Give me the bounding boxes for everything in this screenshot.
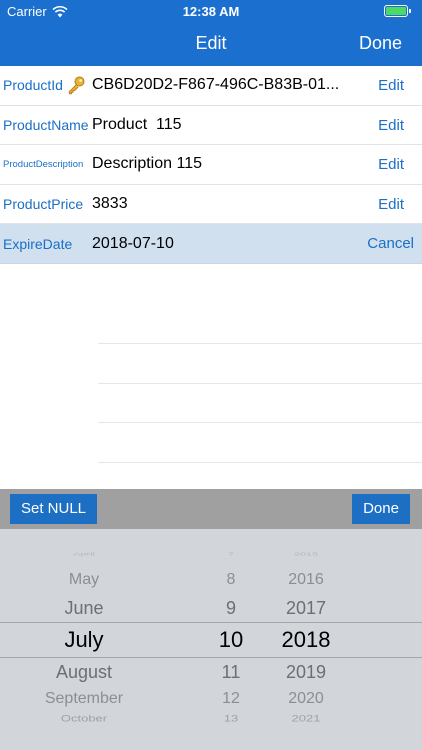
field-label-productname: ProductName (3, 116, 89, 133)
picker-year-option[interactable]: 2021 (268, 714, 344, 723)
separator-line (98, 423, 422, 464)
picker-year-option[interactable]: 2016 (268, 572, 344, 588)
set-null-button[interactable]: Set NULL (10, 494, 97, 524)
field-label-productid: ProductId (0, 75, 92, 95)
picker-month-selected[interactable]: July (30, 629, 138, 651)
separator-line (98, 304, 422, 344)
picker-day-option[interactable]: 9 (198, 599, 264, 617)
field-label-text: ProductId (3, 77, 63, 94)
picker-day-option[interactable]: 11 (198, 663, 264, 681)
field-value-productprice: 3833 (92, 195, 128, 213)
picker-month-option[interactable]: October (30, 714, 138, 723)
edit-button-productprice[interactable]: Edit (378, 196, 404, 213)
picker-day-selected[interactable]: 10 (198, 629, 264, 651)
battery-cap (409, 9, 411, 13)
key-icon (66, 75, 86, 95)
picker-month-option[interactable]: May (30, 572, 138, 588)
field-row-productname: ProductName Product 115 Edit (0, 106, 422, 146)
status-bar: Carrier 12:38 AM (0, 0, 422, 24)
picker-year-option[interactable]: 2020 (268, 691, 344, 707)
field-label-productdescription: ProductDescription (3, 158, 84, 170)
picker-month-option[interactable]: September (30, 691, 138, 707)
picker-year-selected[interactable]: 2018 (268, 629, 344, 651)
picker-done-button[interactable]: Done (352, 494, 410, 524)
picker-month-option[interactable]: August (30, 663, 138, 681)
navigation-bar: Carrier 12:38 AM Edit Done (0, 0, 422, 66)
picker-year-option[interactable]: 2015 (268, 552, 344, 557)
cancel-button-expiredate[interactable]: Cancel (367, 235, 414, 252)
month-wheel[interactable]: April May June July August September Oct… (30, 529, 138, 750)
field-row-expiredate[interactable]: ExpireDate 2018-07-10 Cancel (0, 224, 422, 264)
battery-icon (384, 5, 411, 17)
picker-month-option[interactable]: June (30, 599, 138, 617)
picker-day-option[interactable]: 8 (198, 572, 264, 588)
field-row-productid: ProductId CB6D20D2-F867-496C-B83B-01... … (0, 66, 422, 106)
edit-button-productid[interactable]: Edit (378, 77, 404, 94)
picker-year-option[interactable]: 2019 (268, 663, 344, 681)
separator-line (98, 384, 422, 424)
edit-button-productdescription[interactable]: Edit (378, 156, 404, 173)
status-time: 12:38 AM (182, 4, 240, 19)
picker-year-option[interactable]: 2017 (268, 599, 344, 617)
field-label-expiredate: ExpireDate (3, 235, 73, 252)
field-value-productid: CB6D20D2-F867-496C-B83B-01... (92, 76, 340, 94)
battery-level (386, 7, 406, 15)
separator-line (98, 344, 422, 384)
field-value-productname: Product 115 (92, 115, 182, 133)
day-wheel[interactable]: 7 8 9 10 11 12 13 (198, 529, 264, 750)
date-picker[interactable]: April May June July August September Oct… (0, 529, 422, 750)
nav-done-button[interactable]: Done (359, 33, 402, 54)
field-list: ProductId CB6D20D2-F867-496C-B83B-01... … (0, 66, 422, 264)
picker-day-option[interactable]: 12 (198, 691, 264, 707)
picker-day-option[interactable]: 7 (198, 552, 264, 557)
field-row-productdescription: ProductDescription Description 115 Edit (0, 145, 422, 185)
picker-day-option[interactable]: 13 (198, 714, 264, 723)
empty-table-area (98, 304, 422, 464)
field-value-productdescription: Description 115 (92, 155, 202, 173)
picker-month-option[interactable]: April (30, 552, 138, 557)
field-row-productprice: ProductPrice 3833 Edit (0, 185, 422, 225)
field-label-productprice: ProductPrice (3, 196, 84, 213)
edit-button-productname[interactable]: Edit (378, 117, 404, 134)
year-wheel[interactable]: 2015 2016 2017 2018 2019 2020 2021 (268, 529, 344, 750)
